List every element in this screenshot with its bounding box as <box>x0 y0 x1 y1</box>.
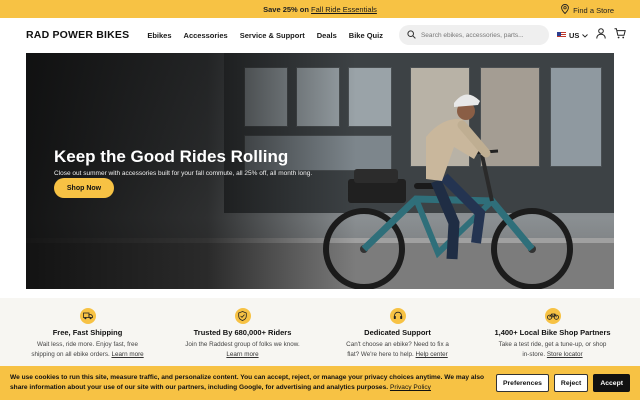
privacy-policy-link[interactable]: Privacy Policy <box>390 384 431 391</box>
feature-support: Dedicated Support Can't choose an ebike?… <box>320 298 475 368</box>
feature-desc: Join the Raddest group of folks we know.… <box>165 340 320 360</box>
promo-link[interactable]: Fall Ride Essentials <box>311 5 377 14</box>
header-icons <box>596 26 627 44</box>
shop-now-button[interactable]: Shop Now <box>54 178 114 198</box>
feature-trusted: Trusted By 680,000+ Riders Join the Radd… <box>165 298 320 368</box>
bike-icon <box>544 308 561 324</box>
nav-bike-quiz[interactable]: Bike Quiz <box>349 31 383 40</box>
cookie-message: We use cookies to run this site, measure… <box>10 373 490 393</box>
cart-icon[interactable] <box>614 26 627 44</box>
promo-message: Save 25% on Fall Ride Essentials <box>0 5 640 14</box>
account-icon[interactable] <box>596 26 607 44</box>
us-flag-icon <box>556 32 566 38</box>
logo[interactable]: RAD POWER BIKES <box>26 29 129 41</box>
nav-deals[interactable]: Deals <box>317 31 337 40</box>
main-nav: Ebikes Accessories Service & Support Dea… <box>147 31 383 40</box>
feature-shop-partners: 1,400+ Local Bike Shop Partners Take a t… <box>475 298 630 368</box>
cookie-banner: We use cookies to run this site, measure… <box>0 366 640 400</box>
logo-text: RAD POWER BIKES <box>26 29 130 41</box>
feature-title: Dedicated Support <box>364 328 431 337</box>
cookie-buttons: Preferences Reject Accept <box>496 374 630 392</box>
hero-banner[interactable]: Keep the Good Rides Rolling Close out su… <box>26 53 614 289</box>
locale-label: US <box>568 30 580 40</box>
hero-title: Keep the Good Rides Rolling <box>54 147 289 166</box>
truck-icon <box>79 308 96 324</box>
reject-button[interactable]: Reject <box>553 374 589 392</box>
learn-more-link[interactable]: Learn more <box>111 351 143 358</box>
location-pin-icon <box>561 4 569 16</box>
chevron-down-icon <box>582 31 589 40</box>
nav-accessories[interactable]: Accessories <box>184 31 228 40</box>
features-strip: Free, Fast Shipping Wait less, ride more… <box>0 298 640 368</box>
nav-service-support[interactable]: Service & Support <box>240 31 305 40</box>
feature-title: Free, Fast Shipping <box>52 328 123 337</box>
help-center-link[interactable]: Help center <box>416 351 448 358</box>
feature-desc-text: Join the Raddest group of folks we know. <box>185 341 300 348</box>
search-input[interactable] <box>420 31 541 39</box>
feature-title: Trusted By 680,000+ Riders <box>193 328 292 337</box>
feature-title: 1,400+ Local Bike Shop Partners <box>494 328 611 337</box>
learn-more-link[interactable]: Learn more <box>226 351 258 358</box>
feature-shipping: Free, Fast Shipping Wait less, ride more… <box>10 298 165 368</box>
accept-button[interactable]: Accept <box>593 374 630 392</box>
preferences-button[interactable]: Preferences <box>496 374 549 392</box>
store-locator-link[interactable]: Store locator <box>547 351 583 358</box>
find-store-label: Find a Store <box>573 5 614 15</box>
feature-desc: Can't choose an ebike? Need to fix a fla… <box>320 340 475 360</box>
nav-ebikes[interactable]: Ebikes <box>147 31 171 40</box>
hero-subtitle: Close out summer with accessories built … <box>54 170 313 177</box>
locale-selector[interactable]: US <box>556 30 589 40</box>
promo-text: Save 25% on <box>263 5 312 14</box>
feature-desc: Wait less, ride more. Enjoy fast, free s… <box>10 340 165 360</box>
support-headset-icon <box>389 308 406 324</box>
promo-bar: Save 25% on Fall Ride Essentials Find a … <box>0 0 640 18</box>
feature-desc: Take a test ride, get a tune-up, or shop… <box>475 340 630 360</box>
site-header: RAD POWER BIKES Ebikes Accessories Servi… <box>0 18 640 52</box>
shield-check-icon <box>234 308 251 324</box>
search-bar[interactable] <box>398 25 549 45</box>
search-icon <box>407 26 416 44</box>
find-store-link[interactable]: Find a Store <box>561 4 614 16</box>
